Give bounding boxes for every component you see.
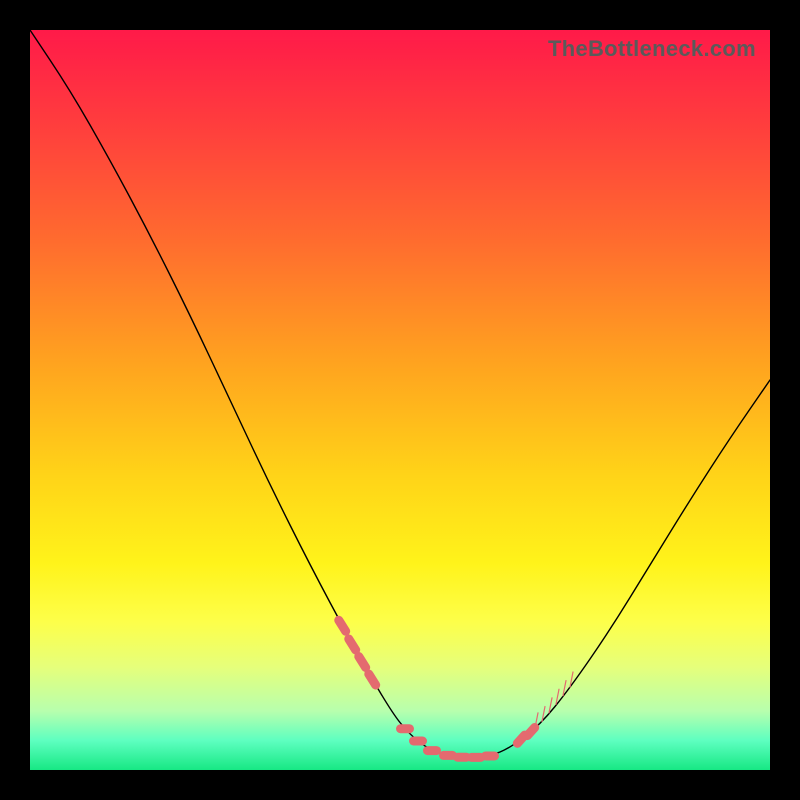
bottleneck-curve bbox=[30, 30, 770, 758]
marker-group bbox=[333, 614, 573, 762]
plot-area: TheBottleneck.com bbox=[30, 30, 770, 770]
chart-frame: TheBottleneck.com bbox=[0, 0, 800, 800]
curve-svg bbox=[30, 30, 770, 770]
